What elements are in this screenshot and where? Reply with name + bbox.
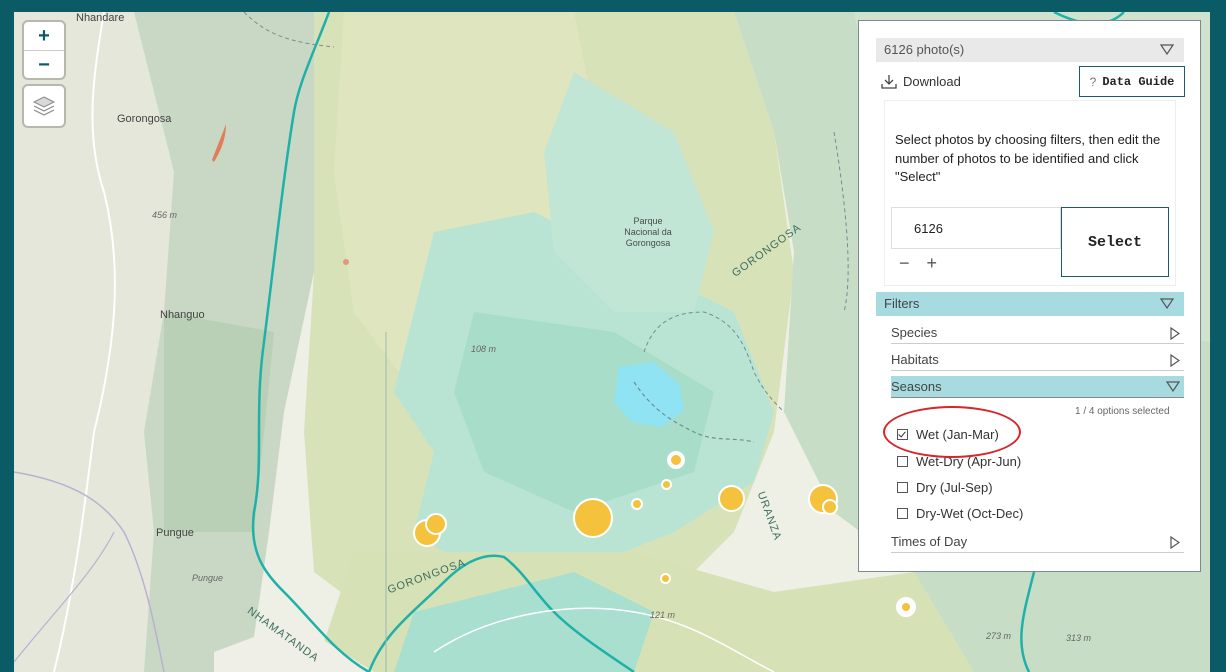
chevron-down-icon bbox=[1160, 44, 1174, 55]
habitats-label: Habitats bbox=[891, 352, 939, 367]
species-label: Species bbox=[891, 325, 938, 340]
photo-cluster-marker[interactable] bbox=[667, 451, 685, 469]
chevron-right-icon bbox=[1170, 536, 1180, 549]
checkbox[interactable] bbox=[897, 508, 908, 519]
data-guide-button[interactable]: ? Data Guide bbox=[1079, 66, 1185, 97]
decrement-button[interactable]: − bbox=[899, 253, 910, 274]
layers-icon bbox=[32, 96, 56, 116]
photo-cluster-marker[interactable] bbox=[425, 513, 447, 535]
photo-cluster-marker[interactable] bbox=[573, 498, 613, 538]
photo-cluster-marker[interactable] bbox=[661, 479, 672, 490]
chevron-down-icon bbox=[1166, 381, 1180, 392]
map-label-nhandare: Nhandare bbox=[76, 12, 125, 24]
filters-label: Filters bbox=[884, 296, 920, 311]
photo-number-input[interactable]: 6126 bbox=[891, 207, 1061, 249]
map-label-park: Parque Nacional da Gorongosa bbox=[624, 216, 672, 248]
checkbox[interactable] bbox=[897, 456, 908, 467]
instructions-text: Select photos by choosing filters, then … bbox=[895, 132, 1161, 184]
times-of-day-label: Times of Day bbox=[891, 534, 968, 549]
increment-button[interactable]: + bbox=[927, 253, 938, 274]
chevron-down-icon bbox=[1160, 298, 1174, 309]
photo-cluster-marker[interactable] bbox=[660, 573, 671, 584]
map-label-nhanguo: Nhanguo bbox=[160, 309, 205, 321]
photo-count-label: 6126 photo(s) bbox=[884, 42, 965, 57]
photo-cluster-marker[interactable] bbox=[822, 499, 838, 515]
annotation-highlight-circle bbox=[883, 406, 1021, 458]
map-label-elevation: 121 m bbox=[650, 610, 676, 620]
filter-seasons[interactable]: Seasons bbox=[891, 376, 1184, 398]
zoom-control: + − bbox=[24, 22, 64, 78]
seasons-label: Seasons bbox=[891, 379, 942, 394]
select-button[interactable]: Select bbox=[1061, 207, 1169, 277]
zoom-out-button[interactable]: − bbox=[24, 51, 64, 79]
filters-header[interactable]: Filters bbox=[876, 292, 1184, 316]
download-button[interactable]: Download bbox=[881, 74, 961, 89]
map-label-elevation: 313 m bbox=[1066, 633, 1092, 643]
photo-cluster-marker[interactable] bbox=[896, 597, 916, 617]
chevron-right-icon bbox=[1170, 327, 1180, 340]
photo-cluster-marker[interactable] bbox=[718, 485, 745, 512]
filter-times-of-day[interactable]: Times of Day bbox=[891, 531, 1184, 553]
layers-button[interactable] bbox=[24, 86, 64, 126]
season-option[interactable]: Dry-Wet (Oct-Dec) bbox=[897, 506, 1023, 521]
season-option-label: Dry (Jul-Sep) bbox=[916, 480, 993, 495]
season-option[interactable]: Dry (Jul-Sep) bbox=[897, 480, 993, 495]
map-label-elevation: 108 m bbox=[471, 344, 497, 354]
options-selected-count: 1 / 4 options selected bbox=[1075, 406, 1170, 417]
chevron-right-icon bbox=[1170, 354, 1180, 367]
map-label-elevation: 273 m bbox=[986, 631, 1012, 641]
download-icon bbox=[881, 75, 897, 89]
checkbox[interactable] bbox=[897, 482, 908, 493]
map-label-elevation: 456 m bbox=[152, 210, 178, 220]
photo-count-dropdown[interactable]: 6126 photo(s) bbox=[876, 38, 1184, 62]
map-label-pungue-river: Pungue bbox=[192, 573, 224, 583]
map-label-gorongosa-town: Gorongosa bbox=[117, 113, 172, 125]
zoom-in-button[interactable]: + bbox=[24, 22, 64, 50]
data-guide-label: Data Guide bbox=[1102, 74, 1175, 89]
photo-cluster-marker[interactable] bbox=[631, 498, 643, 510]
filter-habitats[interactable]: Habitats bbox=[891, 349, 1184, 371]
filter-species[interactable]: Species bbox=[891, 322, 1184, 344]
help-icon: ? bbox=[1089, 74, 1097, 89]
filter-panel: 6126 photo(s) Download ? Data Guide Sele… bbox=[858, 20, 1201, 572]
download-label: Download bbox=[903, 74, 961, 89]
quantity-stepper: − + bbox=[899, 253, 937, 274]
map-label-pungue-town: Pungue bbox=[156, 527, 194, 539]
season-option-label: Dry-Wet (Oct-Dec) bbox=[916, 506, 1024, 521]
